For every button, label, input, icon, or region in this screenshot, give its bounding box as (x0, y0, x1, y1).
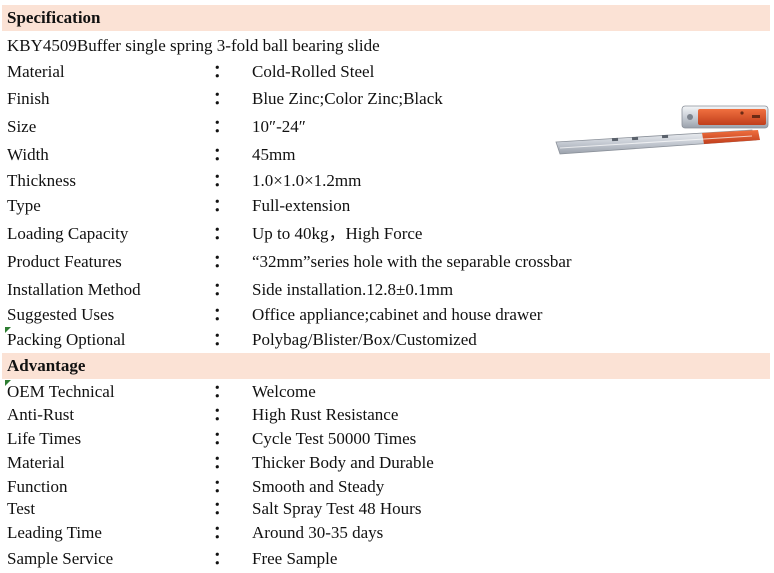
colon-separator: ： (213, 171, 230, 190)
spec-key: Suggested Uses (7, 305, 115, 324)
specification-header: Specification (2, 5, 770, 31)
spec-row-product-features: Product Features ： “32mm”series hole wit… (0, 250, 774, 274)
advantage-value: Thicker Body and Durable (252, 453, 434, 472)
advantage-title: Advantage (7, 356, 86, 375)
colon-separator: ： (213, 89, 230, 108)
spec-value: “32mm”series hole with the separable cro… (252, 252, 572, 271)
spec-key: Packing Optional (7, 330, 126, 349)
spec-value: Up to 40kg，High Force (252, 224, 423, 243)
spec-key: Width (7, 145, 49, 164)
spec-key: Type (7, 196, 41, 215)
advantage-key: Function (7, 477, 68, 496)
spec-row-installation-method: Installation Method ： Side installation.… (0, 278, 774, 302)
spec-value: Cold-Rolled Steel (252, 62, 375, 81)
spec-value: 1.0×1.0×1.2mm (252, 171, 362, 190)
advantage-key: Life Times (7, 429, 82, 448)
colon-separator: ： (213, 499, 230, 518)
spec-key: Loading Capacity (7, 224, 129, 243)
spec-row-loading-capacity: Loading Capacity ： Up to 40kg，High Force (0, 222, 774, 246)
colon-separator: ： (213, 330, 230, 349)
spec-row-thickness: Thickness ： 1.0×1.0×1.2mm (0, 169, 774, 193)
spec-value: Full-extension (252, 196, 351, 215)
advantage-value: Around 30-35 days (252, 523, 384, 542)
colon-separator: ： (213, 549, 230, 568)
advantage-row-anti-rust: Anti-Rust ： High Rust Resistance (0, 403, 774, 427)
advantage-key: Material (7, 453, 65, 472)
advantage-row-test: Test ： Salt Spray Test 48 Hours (0, 497, 774, 521)
spec-value: Side installation.12.8±0.1mm (252, 280, 454, 299)
spec-key: Material (7, 62, 65, 81)
colon-separator: ： (213, 477, 230, 496)
advantage-key: Anti-Rust (7, 405, 75, 424)
ball-bearing-slide-icon (555, 105, 769, 155)
spec-key: Finish (7, 89, 50, 108)
ball-bearing-slide-photo (552, 100, 772, 162)
advantage-row-oem-technical: OEM Technical ： Welcome (0, 380, 774, 404)
advantage-row-material: Material ： Thicker Body and Durable (0, 451, 774, 475)
spec-key: Size (7, 117, 37, 136)
advantage-value: High Rust Resistance (252, 405, 399, 424)
advantage-row-leading-time: Leading Time ： Around 30-35 days (0, 521, 774, 545)
colon-separator: ： (213, 429, 230, 448)
spec-value: Office appliance;cabinet and house drawe… (252, 305, 543, 324)
colon-separator: ： (213, 224, 230, 243)
spec-value: 45mm (252, 145, 296, 164)
colon-separator: ： (213, 145, 230, 164)
advantage-row-sample-service: Sample Service ： Free Sample (0, 547, 774, 571)
spec-row-packing-optional: Packing Optional ： Polybag/Blister/Box/C… (0, 328, 774, 352)
colon-separator: ： (213, 523, 230, 542)
colon-separator: ： (213, 252, 230, 271)
spec-row-suggested-uses: Suggested Uses ： Office appliance;cabine… (0, 303, 774, 327)
colon-separator: ： (213, 196, 230, 215)
advantage-key: Leading Time (7, 523, 102, 542)
advantage-value: Cycle Test 50000 Times (252, 429, 417, 448)
product-name: KBY4509Buffer single spring 3-fold ball … (7, 36, 380, 55)
advantage-value: Welcome (252, 382, 316, 401)
colon-separator: ： (213, 117, 230, 136)
spec-row-material: Material ： Cold-Rolled Steel (0, 60, 774, 84)
colon-separator: ： (213, 280, 230, 299)
colon-separator: ： (213, 405, 230, 424)
specification-title: Specification (7, 8, 101, 27)
advantage-value: Smooth and Steady (252, 477, 385, 496)
colon-separator: ： (213, 305, 230, 324)
colon-separator: ： (213, 382, 230, 401)
spec-row-type: Type ： Full-extension (0, 194, 774, 218)
spec-value: Polybag/Blister/Box/Customized (252, 330, 477, 349)
spec-key: Product Features (7, 252, 122, 271)
spec-value: 10″-24″ (252, 117, 306, 136)
advantage-header: Advantage (2, 353, 770, 379)
spec-key: Thickness (7, 171, 76, 190)
advantage-key: Sample Service (7, 549, 114, 568)
colon-separator: ： (213, 62, 230, 81)
spec-key: Installation Method (7, 280, 141, 299)
advantage-value: Salt Spray Test 48 Hours (252, 499, 422, 518)
spec-value: Blue Zinc;Color Zinc;Black (252, 89, 443, 108)
advantage-row-life-times: Life Times ： Cycle Test 50000 Times (0, 427, 774, 451)
advantage-key: Test (7, 499, 36, 518)
advantage-key: OEM Technical (7, 382, 115, 401)
advantage-value: Free Sample (252, 549, 338, 568)
colon-separator: ： (213, 453, 230, 472)
advantage-row-function: Function ： Smooth and Steady (0, 475, 774, 499)
